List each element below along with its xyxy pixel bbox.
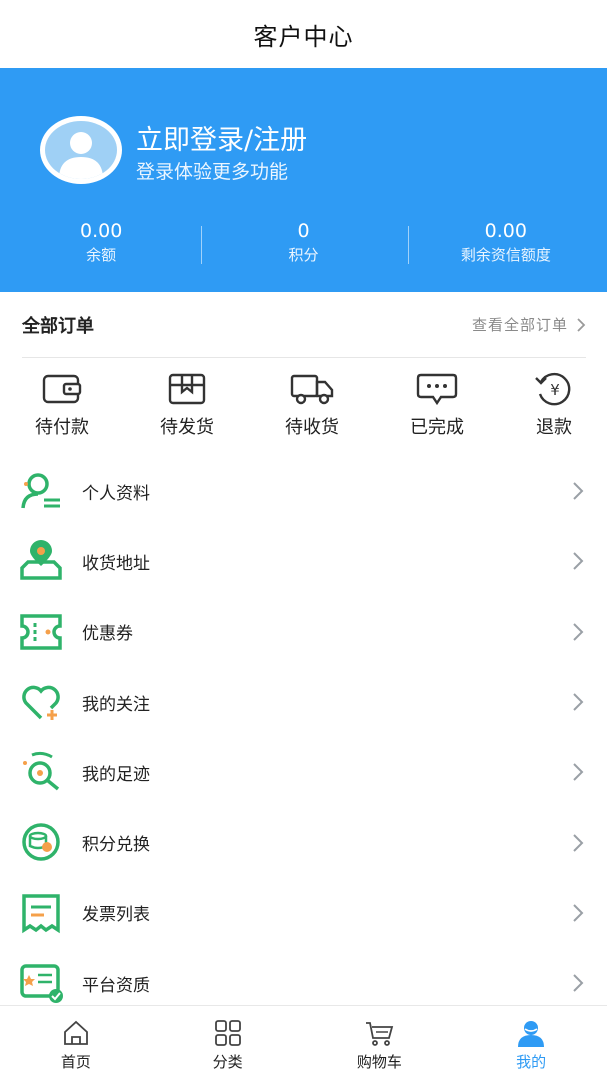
stat-divider: [408, 226, 409, 264]
menu-item-label: 积分兑换: [82, 835, 150, 856]
chevron-right-icon: [573, 904, 584, 922]
svg-text:¥: ¥: [550, 381, 560, 399]
order-status-row: 待付款 待发货 待收货 已完成 ¥ 退款: [0, 372, 607, 442]
chevron-right-icon: [577, 317, 586, 332]
avatar[interactable]: [40, 116, 122, 184]
chevron-right-icon: [573, 623, 584, 641]
view-all-orders-link[interactable]: 查看全部订单: [472, 314, 586, 335]
chat-bubble-icon: [416, 373, 458, 406]
stat-label: 积分: [288, 246, 319, 264]
orders-heading: 全部订单: [22, 315, 94, 337]
location-map-icon: [20, 540, 62, 581]
menu-item-label: 我的关注: [82, 694, 150, 715]
stat-label: 余额: [86, 246, 117, 264]
coins-exchange-icon: [22, 823, 60, 862]
order-to-receive[interactable]: 待收货: [267, 372, 357, 439]
menu-item-label: 个人资料: [82, 483, 150, 504]
refund-yen-icon: ¥: [535, 372, 571, 406]
coupon-icon: [20, 613, 62, 650]
menu-item-label: 我的足迹: [82, 764, 150, 785]
chevron-right-icon: [573, 763, 584, 782]
tab-cart[interactable]: 购物车: [304, 1006, 456, 1080]
user-icon: [518, 1021, 545, 1047]
stat-value: 0.00: [80, 220, 123, 242]
stat-points[interactable]: 0 积分: [202, 218, 404, 268]
title-bar: 客户中心: [0, 0, 607, 68]
footprint-icon: [23, 752, 60, 791]
tab-label: 首页: [60, 1053, 91, 1071]
menu-item-label: 优惠券: [82, 624, 133, 645]
login-register-link[interactable]: 立即登录/注册: [136, 118, 307, 157]
heart-plus-icon: [22, 685, 60, 720]
account-stats: 0.00 余额 0 积分 0.00 剩余资信额度: [0, 218, 607, 268]
stat-value: 0.00: [484, 220, 527, 242]
menu-item-coupons[interactable]: 优惠券: [0, 597, 607, 667]
order-completed[interactable]: 已完成: [392, 372, 482, 439]
default-avatar-icon: [59, 132, 103, 179]
chevron-right-icon: [573, 693, 584, 711]
chevron-right-icon: [573, 552, 584, 571]
box-icon: [168, 373, 206, 405]
orders-header: 全部订单 查看全部订单: [22, 292, 586, 358]
cart-icon: [366, 1022, 394, 1046]
order-pending-payment[interactable]: 待付款: [17, 372, 107, 439]
menu-item-following[interactable]: 我的关注: [0, 667, 607, 737]
menu-item-footprints[interactable]: 我的足迹: [0, 737, 607, 807]
stat-balance[interactable]: 0.00 余额: [0, 218, 202, 268]
tab-label: 分类: [212, 1053, 243, 1071]
menu-item-profile[interactable]: 个人资料: [0, 456, 607, 526]
menu-item-points-exchange[interactable]: 积分兑换: [0, 807, 607, 877]
menu-item-label: 收货地址: [82, 553, 150, 574]
order-to-ship[interactable]: 待发货: [142, 372, 232, 439]
menu-item-invoices[interactable]: 发票列表: [0, 878, 607, 948]
page-title: 客户中心: [253, 22, 354, 51]
order-status-label: 待收货: [285, 417, 339, 438]
stat-divider: [201, 226, 202, 264]
menu-list: 个人资料 收货地址 优惠券 我的关注 我的足迹 积分兑换 发票列表 平台资质: [0, 456, 607, 1018]
tab-category[interactable]: 分类: [152, 1006, 304, 1080]
truck-icon: [290, 374, 334, 405]
order-status-label: 待发货: [160, 417, 214, 438]
order-status-label: 退款: [536, 417, 572, 438]
profile-card-icon: [21, 473, 60, 509]
menu-item-label: 发票列表: [82, 905, 150, 926]
wallet-icon: [42, 374, 82, 404]
view-all-orders-label: 查看全部订单: [471, 316, 568, 334]
invoice-icon: [22, 894, 60, 934]
order-refund[interactable]: ¥ 退款: [509, 372, 599, 439]
stat-label: 剩余资信额度: [460, 246, 551, 264]
bottom-tab-bar: 首页 分类 购物车 我的: [0, 1005, 607, 1080]
tab-mine[interactable]: 我的: [455, 1006, 607, 1080]
certificate-icon: [20, 964, 63, 1004]
chevron-right-icon: [573, 974, 584, 992]
grid-icon: [214, 1020, 241, 1046]
chevron-right-icon: [573, 482, 584, 500]
home-icon: [63, 1020, 88, 1045]
menu-item-address[interactable]: 收货地址: [0, 526, 607, 596]
stat-credit[interactable]: 0.00 剩余资信额度: [405, 218, 607, 268]
tab-home[interactable]: 首页: [0, 1006, 152, 1080]
profile-banner: 立即登录/注册 登录体验更多功能 0.00 余额 0 积分 0.00 剩余资信额…: [0, 68, 607, 292]
login-subtitle: 登录体验更多功能: [136, 161, 289, 183]
tab-label: 我的: [516, 1053, 547, 1071]
tab-label: 购物车: [356, 1053, 402, 1071]
order-status-label: 已完成: [410, 417, 464, 438]
stat-value: 0: [297, 220, 310, 242]
order-status-label: 待付款: [35, 417, 89, 438]
chevron-right-icon: [573, 833, 584, 852]
menu-item-label: 平台资质: [82, 975, 150, 996]
